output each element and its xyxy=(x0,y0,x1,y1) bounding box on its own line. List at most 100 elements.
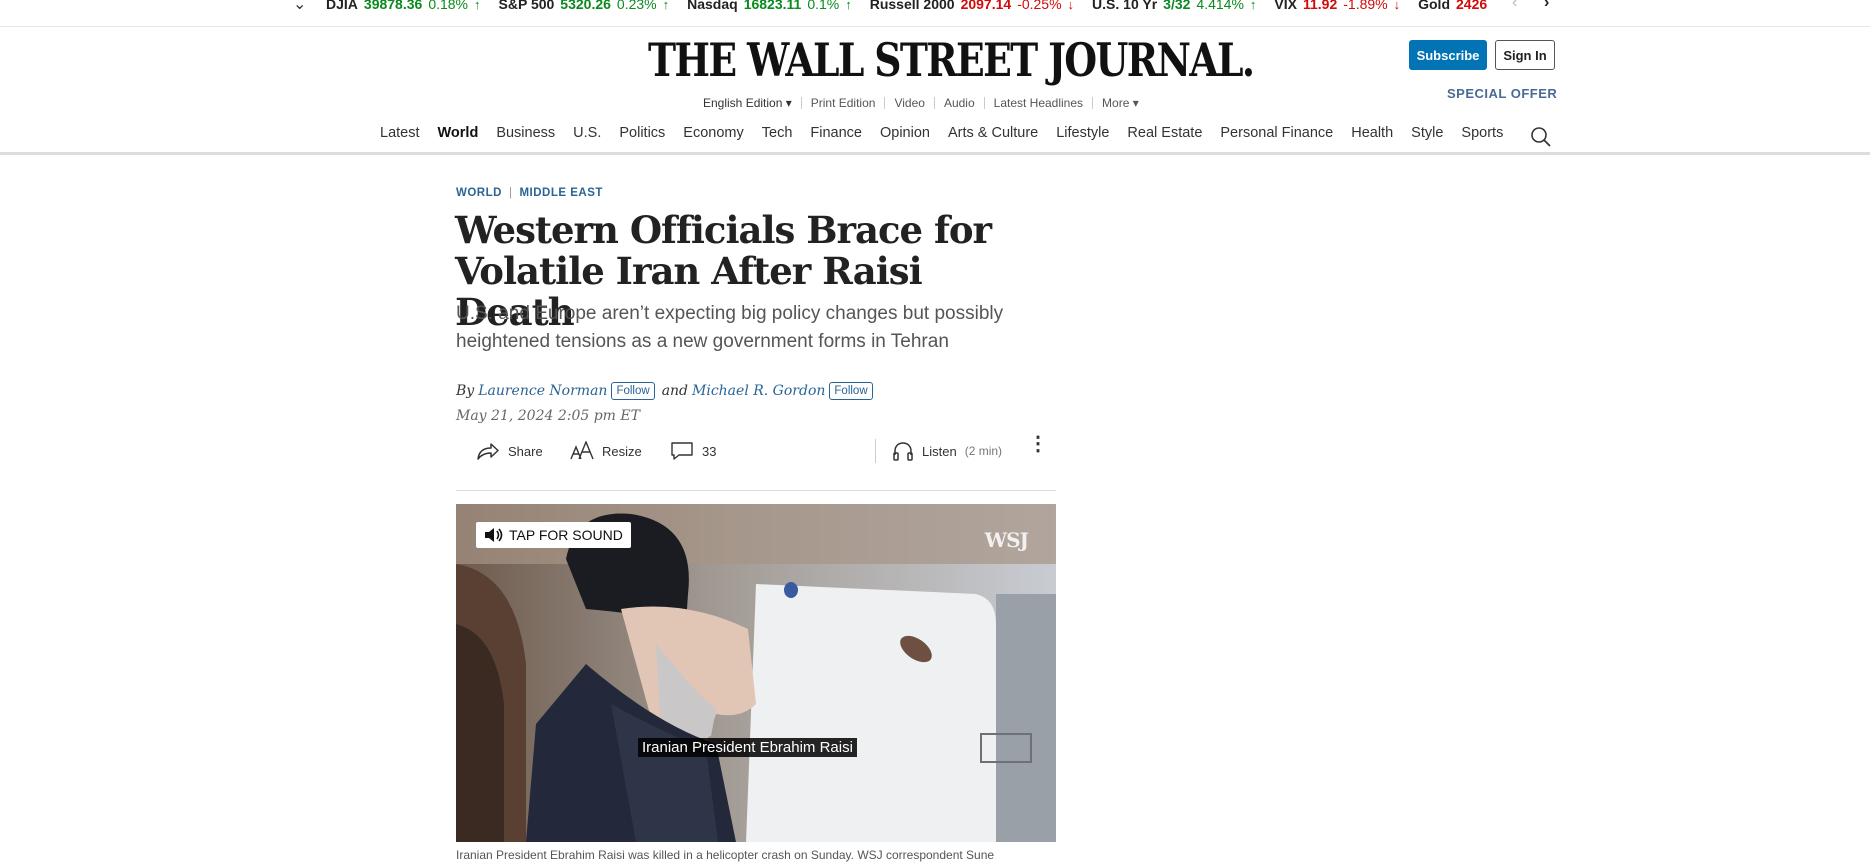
resize-button[interactable]: Resize xyxy=(570,436,642,466)
ticker-value: 16823.11 xyxy=(743,0,802,12)
nav-world[interactable]: World xyxy=(438,125,479,141)
edition-selector[interactable]: English Edition ▾ xyxy=(703,97,802,109)
ticker-symbol: DJIA xyxy=(326,0,358,12)
ticker-symbol: Russell 2000 xyxy=(869,0,955,12)
video-link[interactable]: Video xyxy=(885,97,935,109)
nav-personal-finance[interactable]: Personal Finance xyxy=(1220,125,1333,141)
byline: By Laurence Norman Follow and Michael R.… xyxy=(456,382,880,400)
publish-date: May 21, 2024 2:05 pm ET xyxy=(456,408,640,424)
print-edition-link[interactable]: Print Edition xyxy=(802,97,886,109)
share-button[interactable]: Share xyxy=(476,436,543,466)
arrow-up-icon: ↑ xyxy=(474,0,481,12)
subscribe-button[interactable]: Subscribe xyxy=(1409,40,1487,70)
nav-sports[interactable]: Sports xyxy=(1461,125,1503,141)
follow-button-norman[interactable]: Follow xyxy=(611,382,655,400)
nav-finance[interactable]: Finance xyxy=(810,125,862,141)
more-menu[interactable]: More ▾ xyxy=(1093,97,1148,109)
video-player[interactable]: TAP FOR SOUND WSJ Iranian President Ebra… xyxy=(456,504,1056,842)
ticker-item[interactable]: VIX 11.92 -1.89% ↓ xyxy=(1274,0,1400,12)
divider xyxy=(456,490,1056,491)
ticker-item[interactable]: Gold 2426 xyxy=(1418,0,1493,12)
special-offer-link[interactable]: SPECIAL OFFER xyxy=(1447,86,1557,101)
ticker-change: 0.1% xyxy=(807,0,840,12)
comments-button[interactable]: 33 xyxy=(670,436,716,466)
ticker-symbol: Gold xyxy=(1418,0,1450,12)
section-nav: Latest World Business U.S. Politics Econ… xyxy=(380,125,1521,141)
nav-opinion[interactable]: Opinion xyxy=(880,125,930,141)
listen-button[interactable]: Listen (2 min) xyxy=(892,436,1002,466)
nav-real-estate[interactable]: Real Estate xyxy=(1127,125,1202,141)
tap-for-sound-label: TAP FOR SOUND xyxy=(509,527,623,543)
breadcrumb: WORLD | MIDDLE EAST xyxy=(456,187,603,199)
arrow-down-icon: ↓ xyxy=(1393,0,1401,12)
video-frame xyxy=(456,504,1056,842)
tap-for-sound-button[interactable]: TAP FOR SOUND xyxy=(476,522,631,548)
ticker-symbol: U.S. 10 Yr xyxy=(1092,0,1158,12)
ticker-value: 5320.26 xyxy=(560,0,611,12)
nav-latest[interactable]: Latest xyxy=(380,125,420,141)
ticker-next-icon[interactable]: › xyxy=(1544,0,1549,12)
comment-count: 33 xyxy=(702,443,717,459)
market-ticker: ⌄ DJIA 39878.36 0.18% ↑ S&P 500 5320.26 0.23% ↑… xyxy=(0,0,1870,13)
ticker-item[interactable]: DJIA 39878.36 0.18% ↑ xyxy=(326,0,481,12)
nav-style[interactable]: Style xyxy=(1411,125,1443,141)
share-label: Share xyxy=(508,443,543,459)
breadcrumb-middle-east[interactable]: MIDDLE EAST xyxy=(519,187,602,199)
latest-headlines-link[interactable]: Latest Headlines xyxy=(985,97,1094,109)
byline-and: and xyxy=(661,383,689,399)
nav-us[interactable]: U.S. xyxy=(573,125,601,141)
article-toolbar: Share Resize 33 Listen (2 min) ⋮ xyxy=(456,434,1056,466)
share-icon xyxy=(477,443,499,460)
ticker-item[interactable]: Nasdaq 16823.11 0.1% ↑ xyxy=(687,0,852,12)
follow-button-gordon[interactable]: Follow xyxy=(829,382,873,400)
ticker-value: 39878.36 xyxy=(363,0,423,12)
author-link-gordon[interactable]: Michael R. Gordon xyxy=(692,383,825,399)
ticker-change: 4.414% xyxy=(1196,0,1244,12)
video-subtitle: Iranian President Ebrahim Raisi xyxy=(638,738,857,757)
divider xyxy=(875,439,876,463)
author-link-norman[interactable]: Laurence Norman xyxy=(478,383,607,399)
nav-lifestyle[interactable]: Lifestyle xyxy=(1056,125,1109,141)
video-caption: Iranian President Ebrahim Raisi was kill… xyxy=(456,848,995,862)
nav-economy[interactable]: Economy xyxy=(683,125,743,141)
ticker-symbol: Nasdaq xyxy=(687,0,738,12)
nav-health[interactable]: Health xyxy=(1351,125,1393,141)
listen-duration: (2 min) xyxy=(964,444,1003,458)
byline-prefix: By xyxy=(456,383,475,399)
nav-politics[interactable]: Politics xyxy=(619,125,665,141)
wsj-watermark: WSJ xyxy=(984,528,1029,552)
arrow-up-icon: ↑ xyxy=(662,0,670,12)
wsj-logo[interactable]: THE WALL STREET JOURNAL. xyxy=(648,33,1255,87)
headphones-icon xyxy=(893,442,913,461)
chevron-down-icon[interactable]: ⌄ xyxy=(293,0,306,13)
divider xyxy=(0,26,1870,27)
breadcrumb-separator: | xyxy=(508,187,513,199)
comment-icon xyxy=(671,442,693,460)
nav-business[interactable]: Business xyxy=(496,125,555,141)
ticker-change: 0.18% xyxy=(428,0,469,12)
ticker-change: -1.89% xyxy=(1343,0,1388,12)
arrow-down-icon: ↓ xyxy=(1067,0,1075,12)
edition-nav: English Edition ▾ Print Edition Video Au… xyxy=(703,97,1148,109)
nav-tech[interactable]: Tech xyxy=(762,125,793,141)
audio-link[interactable]: Audio xyxy=(935,97,985,109)
resize-label: Resize xyxy=(602,443,642,459)
ticker-item[interactable]: Russell 2000 2097.14 -0.25% ↓ xyxy=(870,0,1074,12)
divider xyxy=(0,152,1870,155)
nav-arts-culture[interactable]: Arts & Culture xyxy=(948,125,1038,141)
arrow-up-icon: ↑ xyxy=(845,0,852,12)
ticker-items: DJIA 39878.36 0.18% ↑ S&P 500 5320.26 0.23% ↑ Na… xyxy=(326,0,1511,12)
more-options-icon[interactable]: ⋮ xyxy=(1028,434,1048,454)
ticker-item[interactable]: S&P 500 5320.26 0.23% ↑ xyxy=(499,0,670,12)
search-icon[interactable] xyxy=(1530,126,1552,148)
ticker-prev-icon[interactable]: ‹ xyxy=(1512,0,1517,12)
ticker-item[interactable]: U.S. 10 Yr 3/32 4.414% ↑ xyxy=(1092,0,1256,12)
ticker-change: -0.25% xyxy=(1017,0,1062,12)
ticker-value: 2097.14 xyxy=(960,0,1012,12)
breadcrumb-world[interactable]: WORLD xyxy=(456,187,502,199)
speaker-muted-icon xyxy=(485,528,503,542)
sign-in-button[interactable]: Sign In xyxy=(1495,40,1555,70)
ticker-value: 2426 xyxy=(1456,0,1488,12)
text-resize-icon xyxy=(570,441,594,460)
article-dek: U.S. and Europe aren’t expecting big pol… xyxy=(456,303,1004,352)
